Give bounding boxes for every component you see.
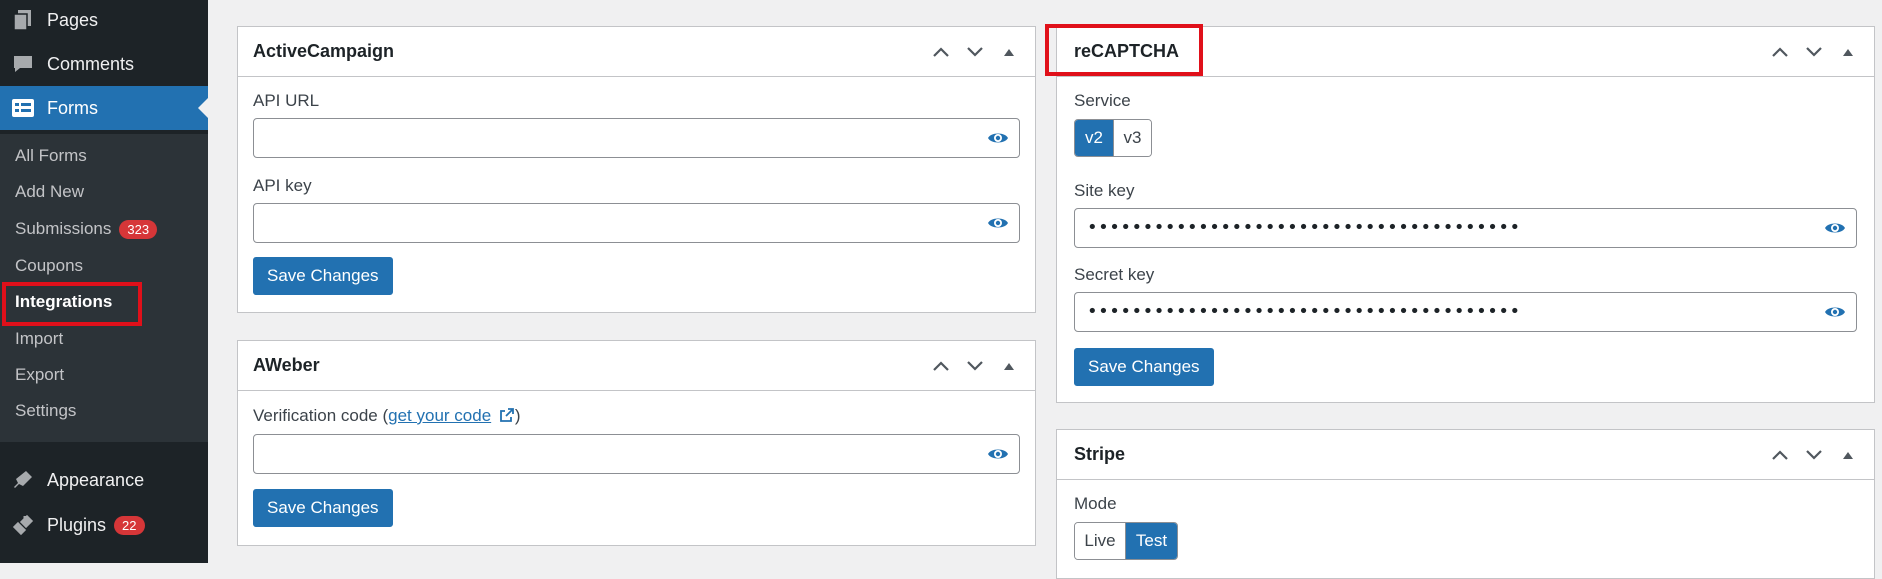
verification-code-label: Verification code (get your code ) [253,406,521,425]
show-password-eye-icon[interactable] [987,214,1009,232]
comments-icon [11,52,35,76]
stripe-panel: Stripe Mode Live Test [1056,429,1875,579]
submenu-submissions[interactable]: Submissions 323 [15,214,158,244]
show-password-eye-icon[interactable] [1824,219,1846,237]
stripe-header: Stripe [1057,430,1874,480]
plugins-update-badge: 22 [114,515,145,535]
activecampaign-header: ActiveCampaign [238,27,1035,77]
chevron-down-icon[interactable] [965,42,985,62]
menu-item-plugins[interactable]: Plugins 22 [0,503,208,547]
api-key-label: API key [253,176,312,195]
save-changes-button[interactable]: Save Changes [253,257,393,295]
verification-code-input[interactable] [253,434,1020,474]
external-link-icon [499,408,514,422]
menu-item-appearance[interactable]: Appearance [0,458,208,502]
save-changes-button[interactable]: Save Changes [1074,348,1214,386]
chevron-up-icon[interactable] [931,42,951,62]
menu-item-comments[interactable]: Comments [0,42,208,86]
activecampaign-panel: ActiveCampaign API URL API key Save Chan… [237,26,1036,313]
service-label: Service [1074,91,1131,110]
menu-label-pages: Pages [47,9,99,30]
api-url-input[interactable] [253,118,1020,158]
submissions-count-badge: 323 [119,219,158,239]
pages-icon [11,8,35,32]
api-url-label: API URL [253,91,320,110]
recaptcha-title-highlight [1045,24,1203,76]
menu-item-forms[interactable]: Forms [0,86,208,130]
api-key-input[interactable] [253,203,1020,243]
submenu-all-forms[interactable]: All Forms [15,141,87,171]
mode-label: Mode [1074,494,1117,513]
mode-option-test[interactable]: Test [1125,523,1177,559]
menu-label-appearance: Appearance [47,469,145,490]
submenu-export[interactable]: Export [15,360,64,390]
collapse-toggle-icon[interactable] [999,42,1019,62]
menu-label-comments: Comments [47,53,135,74]
submenu-coupons[interactable]: Coupons [15,251,83,281]
site-key-input[interactable]: ••••••••••••••••••••••••••••••••••••••• [1074,208,1857,248]
secret-key-masked-value: ••••••••••••••••••••••••••••••••••••••• [1087,301,1521,322]
forms-icon [11,96,35,120]
show-password-eye-icon[interactable] [1824,303,1846,321]
service-toggle: v2 v3 [1074,119,1152,157]
get-your-code-link[interactable]: get your code [388,406,491,425]
menu-label-plugins: Plugins [47,514,107,535]
secret-key-input[interactable]: ••••••••••••••••••••••••••••••••••••••• [1074,292,1857,332]
save-changes-button[interactable]: Save Changes [253,489,393,527]
site-key-masked-value: ••••••••••••••••••••••••••••••••••••••• [1087,217,1521,238]
collapse-toggle-icon[interactable] [1838,42,1858,62]
show-password-eye-icon[interactable] [987,445,1009,463]
panel-title: AWeber [253,355,320,375]
recaptcha-panel: reCAPTCHA Service v2 v3 Site key •••••••… [1056,26,1875,403]
submenu-import[interactable]: Import [15,324,63,354]
site-key-label: Site key [1074,181,1135,200]
chevron-down-icon[interactable] [1804,42,1824,62]
show-password-eye-icon[interactable] [987,129,1009,147]
submenu-add-new[interactable]: Add New [15,177,84,207]
service-option-v2[interactable]: v2 [1075,120,1113,156]
menu-item-pages[interactable]: Pages [0,0,208,42]
aweber-header: AWeber [238,341,1035,391]
plugins-icon [11,513,35,537]
chevron-up-icon[interactable] [1770,42,1790,62]
secret-key-label: Secret key [1074,265,1155,284]
aweber-panel: AWeber Verification code (get your code … [237,340,1036,546]
chevron-up-icon[interactable] [931,356,951,376]
panel-title: ActiveCampaign [253,41,395,61]
submenu-settings[interactable]: Settings [15,396,76,426]
collapse-toggle-icon[interactable] [1838,445,1858,465]
collapse-toggle-icon[interactable] [999,356,1019,376]
chevron-down-icon[interactable] [965,356,985,376]
mode-option-live[interactable]: Live [1075,523,1125,559]
chevron-up-icon[interactable] [1770,445,1790,465]
panel-title: Stripe [1074,444,1126,464]
chevron-down-icon[interactable] [1804,445,1824,465]
integrations-highlight [2,282,142,326]
service-option-v3[interactable]: v3 [1113,120,1151,156]
mode-toggle: Live Test [1074,522,1178,560]
menu-label-forms: Forms [47,97,98,118]
appearance-icon [11,468,35,492]
